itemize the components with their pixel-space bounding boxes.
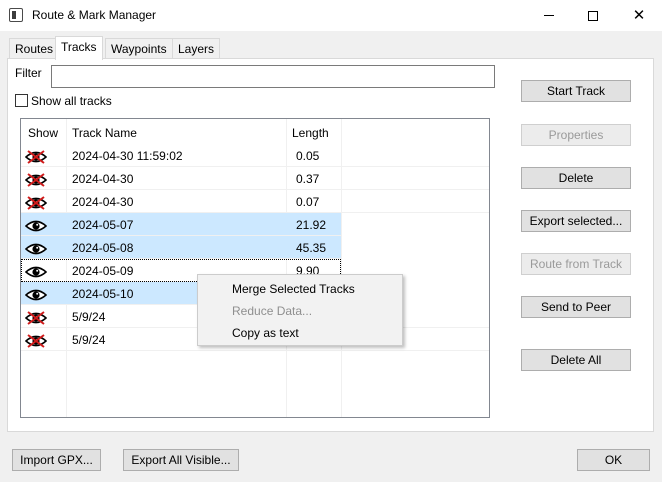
column-header-track-name[interactable]: Track Name [72,126,137,140]
tab-routes[interactable]: Routes [9,38,60,58]
start-track-button[interactable]: Start Track [521,80,631,102]
show-all-tracks-label[interactable]: Show all tracks [31,94,112,108]
tab-tracks[interactable]: Tracks [55,36,103,60]
eye-hidden-icon[interactable] [24,310,48,326]
minimize-button[interactable] [526,0,572,31]
table-row[interactable]: 2024-04-30 0.07 [21,190,489,213]
track-length-cell: 0.37 [296,172,320,186]
export-all-visible-button[interactable]: Export All Visible... [123,449,239,471]
maximize-button[interactable] [570,0,616,31]
app-icon [9,8,23,22]
send-to-peer-button[interactable]: Send to Peer [521,296,631,318]
filter-label: Filter [15,66,42,80]
import-gpx-button[interactable]: Import GPX... [12,449,101,471]
properties-button[interactable]: Properties [521,124,631,146]
track-name-cell: 2024-05-08 [72,241,134,255]
context-menu: Merge Selected Tracks Reduce Data... Cop… [197,274,403,346]
track-name-cell: 2024-04-30 [72,195,134,209]
table-row[interactable]: 2024-04-30 11:59:02 0.05 [21,144,489,167]
track-length-cell: 21.92 [296,218,327,232]
eye-hidden-icon[interactable] [24,195,48,211]
table-row[interactable]: 2024-05-08 45.35 [21,236,341,259]
maximize-icon [588,10,598,21]
menu-item-merge-selected-tracks[interactable]: Merge Selected Tracks [232,282,355,296]
eye-visible-icon[interactable] [24,218,48,234]
eye-visible-icon[interactable] [24,264,48,280]
track-name-cell: 2024-04-30 11:59:02 [72,149,183,163]
delete-button[interactable]: Delete [521,167,631,189]
track-length-cell: 0.05 [296,149,320,163]
track-length-cell: 45.35 [296,241,327,255]
track-length-cell: 0.07 [296,195,320,209]
delete-all-button[interactable]: Delete All [521,349,631,371]
track-name-cell: 2024-05-07 [72,218,134,232]
menu-item-copy-as-text[interactable]: Copy as text [232,326,299,340]
track-name-cell: 2024-05-09 [72,264,134,278]
window-title: Route & Mark Manager [32,8,157,22]
track-name-cell: 2024-04-30 [72,172,134,186]
eye-hidden-icon[interactable] [24,149,48,165]
eye-visible-icon[interactable] [24,287,48,303]
column-header-length[interactable]: Length [292,126,329,140]
route-from-track-button[interactable]: Route from Track [521,253,631,275]
table-row[interactable]: 2024-04-30 0.37 [21,167,489,190]
track-name-cell: 2024-05-10 [72,287,134,301]
export-selected-button[interactable]: Export selected... [521,210,631,232]
eye-hidden-icon[interactable] [24,333,48,349]
minimize-icon [544,15,554,16]
tab-waypoints[interactable]: Waypoints [105,38,173,58]
column-header-show[interactable]: Show [28,126,58,140]
tracks-list[interactable]: Show Track Name Length 2024-04-30 11:59:… [20,118,490,418]
tab-layers[interactable]: Layers [172,38,221,58]
menu-item-reduce-data[interactable]: Reduce Data... [232,304,312,318]
track-name-cell: 5/9/24 [72,333,106,347]
track-name-cell: 5/9/24 [72,310,106,324]
ok-button[interactable]: OK [577,449,650,471]
table-row[interactable]: 2024-05-07 21.92 [21,213,341,236]
close-icon: ✕ [632,7,646,24]
eye-visible-icon[interactable] [24,241,48,257]
close-button[interactable]: ✕ [616,0,662,31]
title-bar: Route & Mark Manager ✕ [0,0,662,31]
list-header: Show Track Name Length [21,119,489,144]
show-all-tracks-checkbox[interactable] [15,94,28,107]
eye-hidden-icon[interactable] [24,172,48,188]
filter-input[interactable] [51,65,495,88]
